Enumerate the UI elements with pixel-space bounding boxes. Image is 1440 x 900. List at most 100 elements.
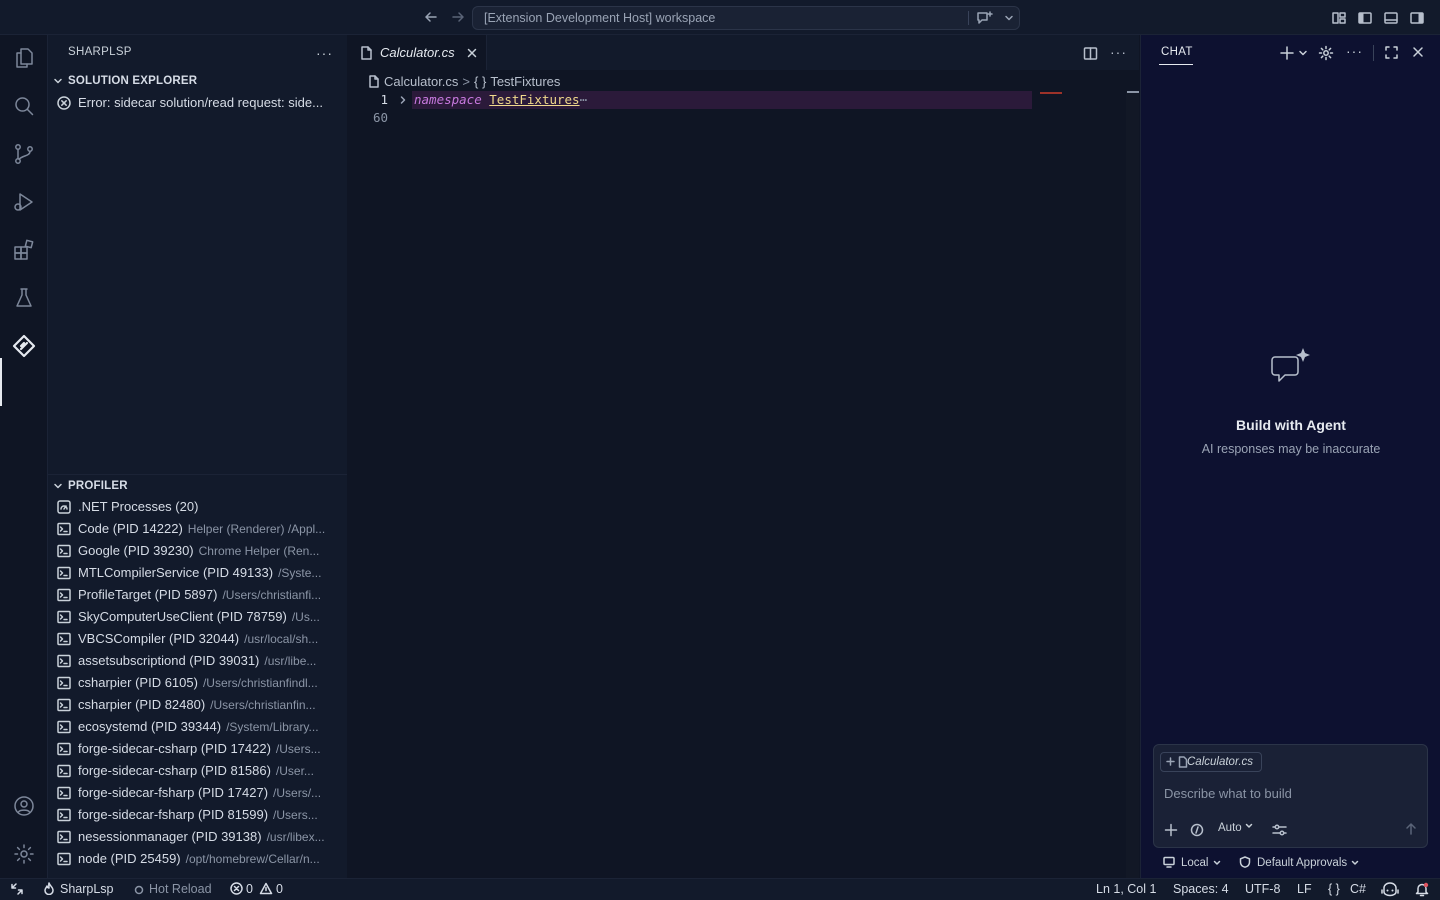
process-path: /Syste... xyxy=(278,566,322,580)
model-picker[interactable]: Auto xyxy=(1218,822,1253,834)
extensions-icon[interactable] xyxy=(12,238,36,262)
toggle-secondary-sidebar-icon[interactable] xyxy=(1409,10,1425,26)
chat-sparkle-icon[interactable] xyxy=(976,10,994,26)
process-item[interactable]: csharpier (PID 82480) /Users/christianfin… xyxy=(48,694,347,716)
breadcrumb-separator-icon: > xyxy=(462,74,471,89)
encoding[interactable]: UTF-8 xyxy=(1245,882,1280,896)
folded-ellipsis[interactable]: ⋯ xyxy=(580,92,588,107)
process-label: ProfileTarget (PID 5897) /Users/christian… xyxy=(78,584,334,606)
source-control-icon[interactable] xyxy=(12,142,36,166)
process-item[interactable]: assetsubscriptiond (PID 39031) /usr/libe.… xyxy=(48,650,347,672)
code-editor[interactable]: 1 60 namespace TestFixtures⋯ xyxy=(348,91,1139,878)
project-status[interactable]: SharpLsp xyxy=(43,882,114,896)
process-item[interactable]: node (PID 25459) /opt/homebrew/Cellar/n..… xyxy=(48,848,347,870)
process-item[interactable]: ProfileTarget (PID 5897) /Users/christian… xyxy=(48,584,347,606)
process-item[interactable]: SkyComputerUseClient (PID 78759) /Us... xyxy=(48,606,347,628)
error-count: 0 xyxy=(246,882,253,896)
chevron-down-icon[interactable] xyxy=(1003,12,1015,24)
send-arrow-icon[interactable] xyxy=(1404,822,1418,836)
chevron-down-icon[interactable] xyxy=(1298,48,1308,58)
monitor-icon xyxy=(1163,856,1175,868)
process-item[interactable]: nesessionmanager (PID 39138) /usr/libex..… xyxy=(48,826,347,848)
forward-arrow-icon[interactable] xyxy=(450,9,466,25)
indentation[interactable]: Spaces: 4 xyxy=(1173,882,1229,896)
explorer-icon[interactable] xyxy=(12,46,36,70)
back-arrow-icon[interactable] xyxy=(423,9,439,25)
context-file-chip[interactable]: Calculator.cs xyxy=(1160,752,1263,772)
warning-count: 0 xyxy=(275,882,283,896)
process-label: VBCSCompiler (PID 32044) /usr/local/sh... xyxy=(78,628,334,650)
remote-indicator-icon[interactable] xyxy=(10,882,24,897)
approvals-picker[interactable]: Default Approvals xyxy=(1239,856,1365,869)
manage-gear-icon[interactable] xyxy=(12,842,36,866)
cursor-position[interactable]: Ln 1, Col 1 xyxy=(1096,882,1156,896)
process-name: MTLCompilerService (PID 49133) xyxy=(78,565,274,580)
process-path: /User... xyxy=(275,764,314,778)
profiler-header[interactable]: PROFILER xyxy=(48,474,347,496)
accounts-icon[interactable] xyxy=(12,794,36,818)
language-mode[interactable]: C# xyxy=(1350,882,1366,896)
process-label: nesessionmanager (PID 39138) /usr/libex..… xyxy=(78,826,334,848)
sidebar-title: SHARPLSP xyxy=(68,46,132,58)
code-line: namespace TestFixtures⋯ xyxy=(414,92,587,107)
process-item[interactable]: VBCSCompiler (PID 32044) /usr/local/sh... xyxy=(48,628,347,650)
copilot-icon[interactable] xyxy=(1381,882,1399,898)
process-item[interactable]: forge-sidecar-fsharp (PID 81599) /Users..… xyxy=(48,804,347,826)
hot-reload-status[interactable]: Hot Reload xyxy=(134,882,212,896)
breadcrumb-file[interactable]: Calculator.cs xyxy=(384,74,458,89)
solution-explorer-header[interactable]: SOLUTION EXPLORER xyxy=(48,70,347,92)
dotnet-processes-root[interactable]: .NET Processes (20) xyxy=(48,496,347,518)
process-item[interactable]: forge-sidecar-csharp (PID 17422) /Users..… xyxy=(48,738,347,760)
add-context-plus-icon[interactable] xyxy=(1166,757,1175,766)
process-path: /Users/... xyxy=(273,786,322,800)
customize-layout-icon[interactable] xyxy=(1331,10,1347,26)
sharplsp-icon[interactable] xyxy=(12,334,36,358)
terminal-icon xyxy=(57,742,71,756)
end-of-line[interactable]: LF xyxy=(1297,882,1312,896)
solution-error-item[interactable]: Error: sidecar solution/read request: si… xyxy=(48,92,347,114)
process-item[interactable]: forge-sidecar-fsharp (PID 17427) /Users/.… xyxy=(48,782,347,804)
editor-scrollbar[interactable] xyxy=(1126,91,1139,878)
editor-more-actions-icon[interactable]: ··· xyxy=(1110,44,1127,60)
chat-prompt-input[interactable] xyxy=(1164,783,1414,803)
process-item[interactable]: ecosystemd (PID 39344) /System/Library... xyxy=(48,716,347,738)
breadcrumb-symbol[interactable]: TestFixtures xyxy=(490,74,560,89)
process-name: forge-sidecar-fsharp (PID 17427) xyxy=(78,785,269,800)
chat-panel: CHAT ··· Build with Agent AI responses m… xyxy=(1140,35,1440,878)
notifications-bell-icon[interactable] xyxy=(1415,882,1429,898)
close-icon[interactable] xyxy=(1411,45,1425,59)
toggle-panel-icon[interactable] xyxy=(1383,10,1399,26)
process-label: forge-sidecar-fsharp (PID 17427) /Users/.… xyxy=(78,782,334,804)
editor-tab-bar: Calculator.cs ··· xyxy=(348,35,1139,70)
search-icon[interactable] xyxy=(12,94,36,118)
command-center[interactable]: [Extension Development Host] workspace xyxy=(472,6,1020,30)
tools-sliders-icon[interactable] xyxy=(1272,823,1287,837)
new-chat-plus-icon[interactable] xyxy=(1279,45,1295,61)
chat-settings-gear-icon[interactable] xyxy=(1318,45,1334,61)
fold-chevron-icon[interactable] xyxy=(398,95,408,105)
add-plus-icon[interactable] xyxy=(1164,823,1178,837)
close-icon[interactable] xyxy=(466,47,478,59)
process-item[interactable]: Google (PID 39230) Chrome Helper (Ren... xyxy=(48,540,347,562)
split-editor-icon[interactable] xyxy=(1083,46,1098,61)
language-braces[interactable]: { } xyxy=(1328,882,1340,896)
tab-calculator-cs[interactable]: Calculator.cs xyxy=(348,35,487,70)
problems-status[interactable]: 00 xyxy=(230,882,283,896)
process-item[interactable]: csharpier (PID 6105) /Users/christianfind… xyxy=(48,672,347,694)
sidebar-more-actions-icon[interactable]: ··· xyxy=(316,45,333,61)
maximize-icon[interactable] xyxy=(1384,45,1399,60)
process-name: assetsubscriptiond (PID 39031) xyxy=(78,653,260,668)
toggle-primary-sidebar-icon[interactable] xyxy=(1357,10,1373,26)
process-item[interactable]: MTLCompilerService (PID 49133) /Syste... xyxy=(48,562,347,584)
agent-mode-icon[interactable] xyxy=(1190,823,1204,837)
run-debug-icon[interactable] xyxy=(12,190,36,214)
hero-subtitle: AI responses may be inaccurate xyxy=(1201,442,1381,456)
process-item[interactable]: forge-sidecar-csharp (PID 81586) /User... xyxy=(48,760,347,782)
process-path: /usr/local/sh... xyxy=(244,632,319,646)
process-path: /Users... xyxy=(273,808,318,822)
tab-chat[interactable]: CHAT xyxy=(1161,46,1193,58)
process-item[interactable]: Code (PID 14222) Helper (Renderer) /Appl.… xyxy=(48,518,347,540)
session-target-picker[interactable]: Local xyxy=(1163,856,1227,869)
chat-more-actions-icon[interactable]: ··· xyxy=(1346,43,1363,59)
testing-icon[interactable] xyxy=(12,286,36,310)
